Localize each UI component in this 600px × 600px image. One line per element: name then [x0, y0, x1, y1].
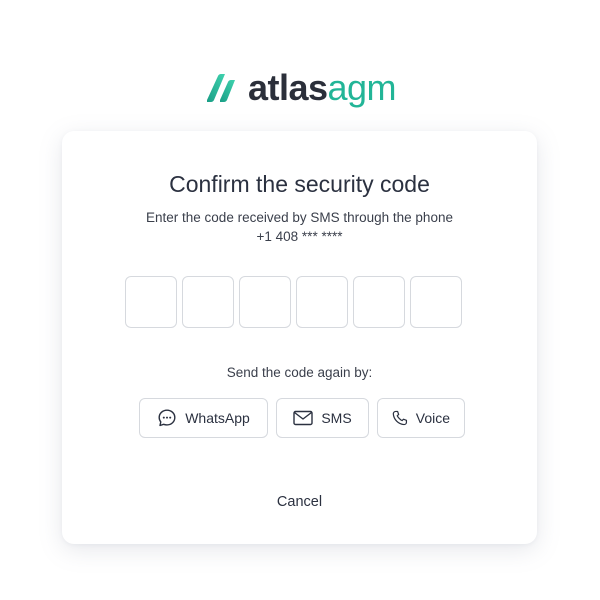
instructions-text: Enter the code received by SMS through t… — [62, 208, 537, 246]
brand-wordmark: atlasagm — [247, 67, 397, 108]
resend-whatsapp-label: WhatsApp — [185, 410, 250, 426]
resend-options: WhatsApp SMS Voice — [139, 398, 465, 438]
code-digit-6[interactable] — [410, 276, 462, 328]
verification-card: Confirm the security code Enter the code… — [62, 131, 537, 544]
resend-voice-button[interactable]: Voice — [377, 398, 465, 438]
chat-bubble-icon — [158, 409, 176, 427]
code-digit-5[interactable] — [353, 276, 405, 328]
brand-logo: atlasagm — [0, 68, 600, 108]
instructions-line: Enter the code received by SMS through t… — [146, 210, 453, 225]
code-digit-1[interactable] — [125, 276, 177, 328]
code-digit-2[interactable] — [182, 276, 234, 328]
brand-name-light: agm — [327, 67, 397, 108]
atlasagm-logo-icon — [206, 74, 235, 102]
code-digit-4[interactable] — [296, 276, 348, 328]
resend-voice-label: Voice — [415, 410, 450, 426]
resend-whatsapp-button[interactable]: WhatsApp — [139, 398, 268, 438]
resend-label: Send the code again by: — [226, 365, 373, 380]
cancel-button[interactable]: Cancel — [62, 493, 537, 511]
brand-name-bold: atlas — [247, 67, 328, 108]
code-digit-3[interactable] — [239, 276, 291, 328]
resend-sms-button[interactable]: SMS — [276, 398, 369, 438]
resend-sms-label: SMS — [321, 410, 352, 426]
masked-phone-number: +1 408 *** **** — [256, 229, 343, 244]
phone-icon — [392, 410, 408, 426]
page-title: Confirm the security code — [169, 171, 430, 197]
code-input-group — [125, 276, 462, 328]
envelope-icon — [293, 410, 314, 426]
